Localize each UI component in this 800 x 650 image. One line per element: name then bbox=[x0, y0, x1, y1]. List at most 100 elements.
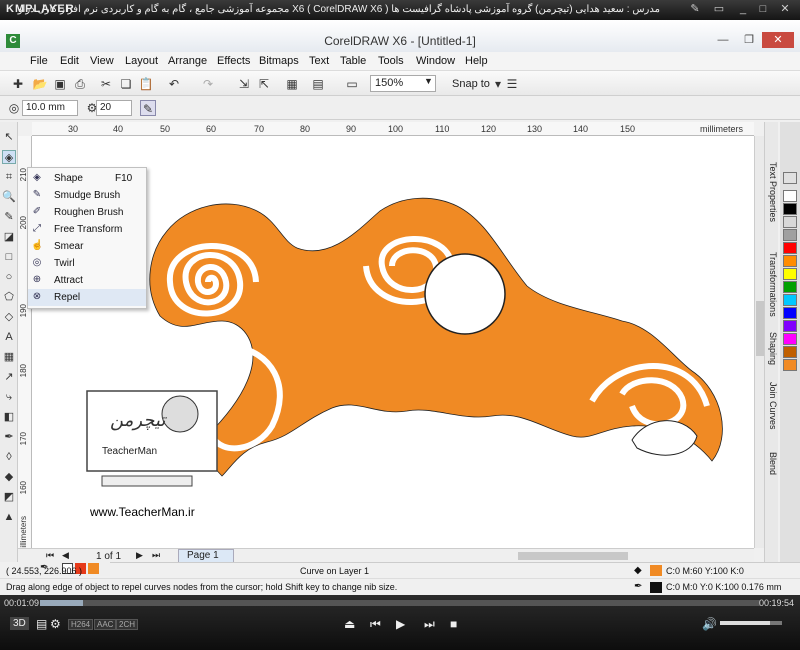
nib-size-field[interactable]: 10.0 mm bbox=[22, 100, 78, 116]
crop-tool-icon[interactable]: ⌗ bbox=[2, 170, 16, 184]
tab-blend[interactable]: Blend bbox=[766, 452, 778, 475]
flyout-item-attract[interactable]: ⊕ Attract bbox=[28, 272, 146, 289]
eject-icon[interactable]: ⏏ bbox=[344, 617, 355, 631]
next-icon[interactable]: ⏭ bbox=[424, 617, 435, 632]
palette-swatch[interactable] bbox=[783, 242, 797, 254]
eyedropper-tool-icon[interactable]: ✒ bbox=[2, 430, 16, 444]
menu-text[interactable]: Text bbox=[309, 55, 329, 67]
menu-edit[interactable]: Edit bbox=[60, 55, 79, 67]
menu-help[interactable]: Help bbox=[465, 55, 488, 67]
ellipse-tool-icon[interactable]: ○ bbox=[2, 270, 16, 284]
tab-shaping[interactable]: Shaping bbox=[766, 332, 778, 365]
freehand-tool-icon[interactable]: ✎ bbox=[2, 210, 16, 224]
close-button[interactable]: ✕ bbox=[762, 32, 794, 48]
redo-icon[interactable]: ↷ bbox=[200, 76, 216, 92]
copy-icon[interactable]: ❏ bbox=[118, 76, 134, 92]
tab-text-properties[interactable]: Text Properties bbox=[766, 162, 778, 222]
fill-color-swatch[interactable] bbox=[650, 565, 662, 576]
smart-fill-icon[interactable]: ▲ bbox=[2, 510, 16, 524]
palette-swatch[interactable] bbox=[783, 333, 797, 345]
full-screen-preview-icon[interactable]: ▭ bbox=[344, 76, 360, 92]
open-icon[interactable]: 📂 bbox=[32, 76, 48, 92]
settings-icon[interactable]: ⚙ bbox=[50, 617, 61, 631]
menu-bitmaps[interactable]: Bitmaps bbox=[259, 55, 299, 67]
blend-tool-icon[interactable]: ◧ bbox=[2, 410, 16, 424]
page-tab[interactable]: Page 1 bbox=[178, 549, 234, 563]
last-page-icon[interactable]: ⏭ bbox=[152, 550, 160, 561]
pen-pressure-icon[interactable]: ✎ bbox=[140, 100, 156, 116]
dimension-tool-icon[interactable]: ↗ bbox=[2, 370, 16, 384]
table-tool-icon[interactable]: ▦ bbox=[2, 350, 16, 364]
play-icon[interactable]: ▶ bbox=[396, 617, 405, 631]
previous-page-icon[interactable]: ◀ bbox=[62, 550, 69, 561]
zoom-tool-icon[interactable]: 🔍 bbox=[2, 190, 16, 204]
volume-slider[interactable] bbox=[720, 621, 782, 625]
previous-icon[interactable]: ⏮ bbox=[370, 617, 381, 632]
seek-bar[interactable] bbox=[40, 600, 760, 606]
stop-icon[interactable]: ■ bbox=[450, 617, 457, 631]
flyout-item-smear[interactable]: ☝ Smear bbox=[28, 238, 146, 255]
palette-swatch[interactable] bbox=[783, 307, 797, 319]
vertical-scrollbar[interactable] bbox=[754, 136, 764, 548]
fill-tool-icon[interactable]: ◆ bbox=[2, 470, 16, 484]
connector-tool-icon[interactable]: ⤷ bbox=[2, 390, 16, 404]
palette-swatch[interactable] bbox=[783, 255, 797, 267]
strength-field[interactable]: 20 bbox=[96, 100, 132, 116]
player-minimize-button[interactable]: _ bbox=[736, 2, 750, 16]
flyout-item-shape[interactable]: ◈ Shape F10 bbox=[28, 170, 146, 187]
menu-view[interactable]: View bbox=[90, 55, 114, 67]
import-icon[interactable]: ⇲ bbox=[236, 76, 252, 92]
orange-swatch[interactable] bbox=[88, 563, 99, 574]
flyout-item-smudge-brush[interactable]: ✎ Smudge Brush bbox=[28, 187, 146, 204]
menu-tools[interactable]: Tools bbox=[378, 55, 404, 67]
application-launcher-icon[interactable]: ▦ bbox=[284, 76, 300, 92]
new-document-icon[interactable]: ✚ bbox=[10, 76, 26, 92]
flyout-item-roughen-brush[interactable]: ✐ Roughen Brush bbox=[28, 204, 146, 221]
palette-swatch[interactable] bbox=[783, 359, 797, 371]
snap-to-dropdown[interactable]: Snap to bbox=[452, 78, 490, 90]
paste-icon[interactable]: 📋 bbox=[138, 76, 154, 92]
cut-icon[interactable]: ✂ bbox=[98, 76, 114, 92]
restore-button[interactable]: ❐ bbox=[736, 32, 762, 48]
flyout-item-free-transform[interactable]: ⤢ Free Transform bbox=[28, 221, 146, 238]
player-menu-icon[interactable]: ▭ bbox=[712, 2, 726, 16]
palette-swatch[interactable] bbox=[783, 268, 797, 280]
speaker-icon[interactable]: 🔊 bbox=[702, 617, 717, 631]
palette-swatch[interactable] bbox=[783, 216, 797, 228]
palette-swatch[interactable] bbox=[783, 229, 797, 241]
no-fill-swatch[interactable] bbox=[783, 172, 797, 184]
minimize-button[interactable]: — bbox=[710, 32, 736, 48]
palette-swatch[interactable] bbox=[783, 190, 797, 202]
pin-icon[interactable]: ✎ bbox=[688, 2, 702, 16]
polygon-tool-icon[interactable]: ⬠ bbox=[2, 290, 16, 304]
horizontal-ruler[interactable]: 30 40 50 60 70 80 90 100 110 120 130 140… bbox=[32, 122, 754, 136]
scroll-thumb[interactable] bbox=[756, 301, 764, 356]
rectangle-tool-icon[interactable]: □ bbox=[2, 250, 16, 264]
player-maximize-button[interactable]: □ bbox=[756, 2, 770, 16]
player-close-button[interactable]: ✕ bbox=[778, 2, 792, 16]
menu-table[interactable]: Table bbox=[340, 55, 366, 67]
playlist-icon[interactable]: ▤ bbox=[36, 617, 47, 631]
horizontal-scroll-thumb[interactable] bbox=[518, 552, 628, 560]
3d-icon[interactable]: 3D bbox=[10, 617, 29, 630]
flyout-item-repel[interactable]: ⊗ Repel bbox=[28, 289, 146, 306]
outline-tool-icon[interactable]: ◊ bbox=[2, 450, 16, 464]
publish-pdf-icon[interactable]: ▤ bbox=[310, 76, 326, 92]
save-icon[interactable]: ▣ bbox=[52, 76, 68, 92]
shape-tool-icon[interactable]: ◈ bbox=[2, 150, 16, 164]
menu-window[interactable]: Window bbox=[416, 55, 455, 67]
menu-effects[interactable]: Effects bbox=[217, 55, 250, 67]
next-page-icon[interactable]: ▶ bbox=[136, 550, 143, 561]
menu-arrange[interactable]: Arrange bbox=[168, 55, 207, 67]
tab-join-curves[interactable]: Join Curves bbox=[766, 382, 778, 430]
flyout-item-twirl[interactable]: ◎ Twirl bbox=[28, 255, 146, 272]
tab-transformations[interactable]: Transformations bbox=[766, 252, 778, 317]
palette-swatch[interactable] bbox=[783, 320, 797, 332]
palette-swatch[interactable] bbox=[783, 281, 797, 293]
first-page-icon[interactable]: ⏮ bbox=[46, 550, 54, 561]
options-icon[interactable]: ☰ bbox=[504, 76, 520, 92]
basic-shapes-tool-icon[interactable]: ◇ bbox=[2, 310, 16, 324]
undo-icon[interactable]: ↶ bbox=[166, 76, 182, 92]
menu-file[interactable]: File bbox=[30, 55, 48, 67]
smart-fill-tool-icon[interactable]: ◪ bbox=[2, 230, 16, 244]
